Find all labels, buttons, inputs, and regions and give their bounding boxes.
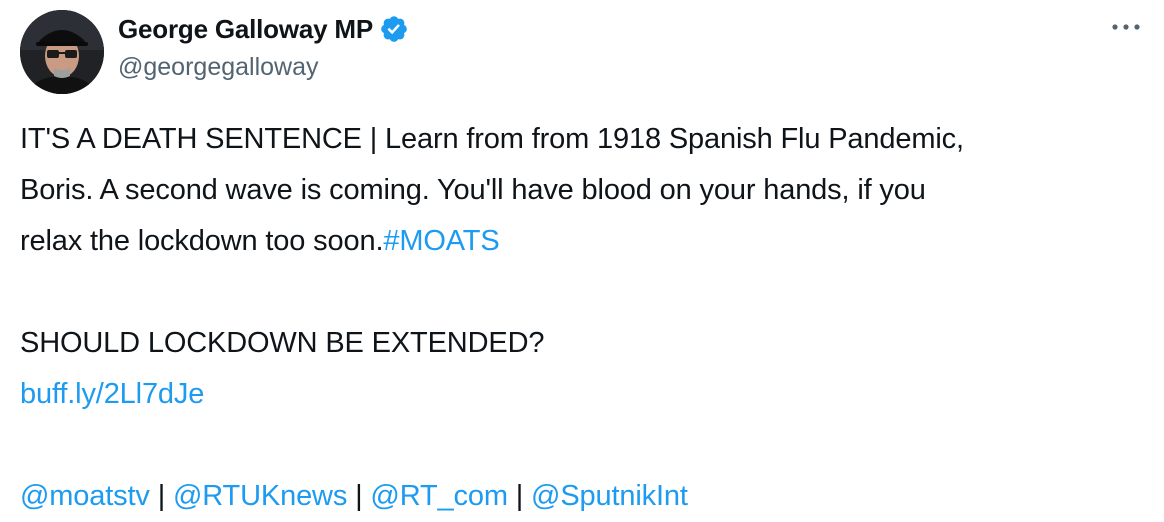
mention-link[interactable]: @moatstv xyxy=(20,480,150,512)
mention-link[interactable]: @SputnikInt xyxy=(531,480,688,512)
hashtag-link[interactable]: #MOATS xyxy=(383,225,499,257)
tweet-line-3: relax the lockdown too soon.#MOATS xyxy=(20,216,1140,267)
author-block: George Galloway MP @georgegalloway xyxy=(118,12,409,82)
mention-link[interactable]: @RT_com xyxy=(370,480,508,512)
display-name[interactable]: George Galloway MP xyxy=(118,14,373,45)
tweet-line-2: Boris. A second wave is coming. You'll h… xyxy=(20,174,926,206)
tweet-line-1: IT'S A DEATH SENTENCE | Learn from from … xyxy=(20,123,964,155)
tweet-text: IT'S A DEATH SENTENCE | Learn from from … xyxy=(20,114,1140,522)
mention-link[interactable]: @RTUKnews xyxy=(173,480,347,512)
short-link[interactable]: buff.ly/2Ll7dJe xyxy=(20,378,204,410)
tweet-card: George Galloway MP @georgegalloway IT'S … xyxy=(0,0,1164,512)
verified-badge-icon[interactable] xyxy=(379,14,409,44)
name-row: George Galloway MP xyxy=(118,12,409,46)
separator: | xyxy=(347,480,371,512)
tweet-question: SHOULD LOCKDOWN BE EXTENDED? xyxy=(20,327,545,359)
tweet-line-3-text: relax the lockdown too soon. xyxy=(20,225,384,257)
separator: | xyxy=(149,480,173,512)
more-options-icon[interactable] xyxy=(1106,12,1146,42)
mentions-row: @moatstv | @RTUKnews | @RT_com | @Sputni… xyxy=(20,471,1140,522)
avatar-portrait xyxy=(20,10,104,94)
user-handle[interactable]: @georgegalloway xyxy=(118,53,409,82)
separator: | xyxy=(507,480,532,512)
avatar[interactable] xyxy=(20,10,104,94)
